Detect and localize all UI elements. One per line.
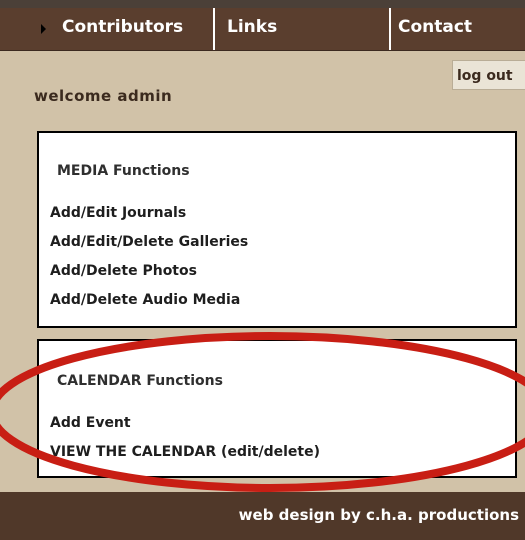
add-delete-photos-link[interactable]: Add/Delete Photos xyxy=(50,263,197,279)
add-edit-delete-galleries-link[interactable]: Add/Edit/Delete Galleries xyxy=(50,234,248,250)
media-functions-title: MEDIA Functions xyxy=(57,163,190,179)
add-delete-audio-media-link[interactable]: Add/Delete Audio Media xyxy=(50,292,240,308)
calendar-functions-title: CALENDAR Functions xyxy=(57,373,223,389)
nav-arrow-icon xyxy=(41,24,46,34)
nav-divider xyxy=(213,8,215,50)
top-strip xyxy=(0,0,525,8)
logout-button[interactable]: log out xyxy=(452,60,525,90)
footer-credit: web design by c.h.a. productions xyxy=(238,506,519,524)
nav-divider xyxy=(389,8,391,50)
add-edit-journals-link[interactable]: Add/Edit Journals xyxy=(50,205,186,221)
footer: web design by c.h.a. productions xyxy=(0,492,525,540)
nav-item-contributors[interactable]: Contributors xyxy=(62,17,183,37)
view-calendar-link[interactable]: VIEW THE CALENDAR (edit/delete) xyxy=(50,444,320,460)
welcome-message: welcome admin xyxy=(34,87,173,105)
nav-item-links[interactable]: Links xyxy=(227,17,277,37)
add-event-link[interactable]: Add Event xyxy=(50,415,131,431)
nav-bar: Contributors Links Contact xyxy=(0,8,525,51)
calendar-functions-panel: CALENDAR Functions Add Event VIEW THE CA… xyxy=(37,339,517,478)
media-functions-panel: MEDIA Functions Add/Edit Journals Add/Ed… xyxy=(37,131,517,328)
nav-item-contact[interactable]: Contact xyxy=(398,17,472,37)
